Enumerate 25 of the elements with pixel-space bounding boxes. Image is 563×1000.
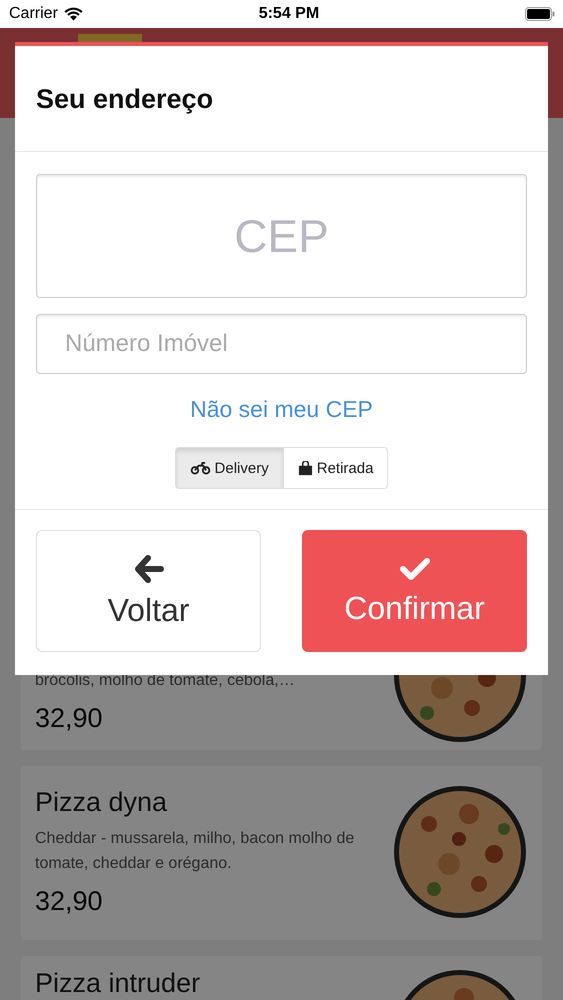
shopping-bag-icon	[298, 460, 313, 476]
menu-card[interactable]: Pizza dyna Cheddar - mussarela, milho, bacon molho de tomate, cheddar e orégano. 32,90	[21, 766, 542, 940]
cep-field[interactable]: CEP	[36, 174, 527, 298]
pizza-name: Pizza intruder	[35, 968, 202, 999]
mode-option[interactable]: Retirada	[282, 448, 388, 488]
clock: 5:54 PM	[258, 5, 320, 23]
carrier-label: Carrier	[9, 5, 58, 23]
confirm-button[interactable]: Confirmar	[302, 530, 527, 652]
number-field[interactable]: Número Imóvel	[36, 314, 527, 374]
modal-title: Seu endereço	[15, 46, 548, 152]
pizza-description: Cheddar - mussarela, milho, bacon molho de tomate, cheddar e orégano.	[35, 829, 356, 874]
back-arrow-icon	[134, 554, 164, 584]
pizza-description: brócolis, molho de tomate, cebola,…	[35, 671, 296, 691]
back-button[interactable]: Voltar	[36, 530, 261, 652]
cep-help-link[interactable]: Não sei meu CEP	[190, 396, 373, 423]
tab-indicator	[78, 34, 142, 42]
mode-option[interactable]: Delivery	[176, 448, 283, 488]
motorcycle-icon	[190, 462, 211, 474]
wifi-icon	[64, 7, 83, 21]
check-icon	[398, 556, 430, 582]
battery-icon	[525, 7, 555, 21]
pizza-price: 32,90	[35, 703, 104, 734]
pizza-name: Pizza dyna	[35, 787, 168, 818]
menu-card[interactable]: Pizza intruder	[21, 956, 542, 1000]
pizza-price: 32,90	[35, 886, 104, 917]
